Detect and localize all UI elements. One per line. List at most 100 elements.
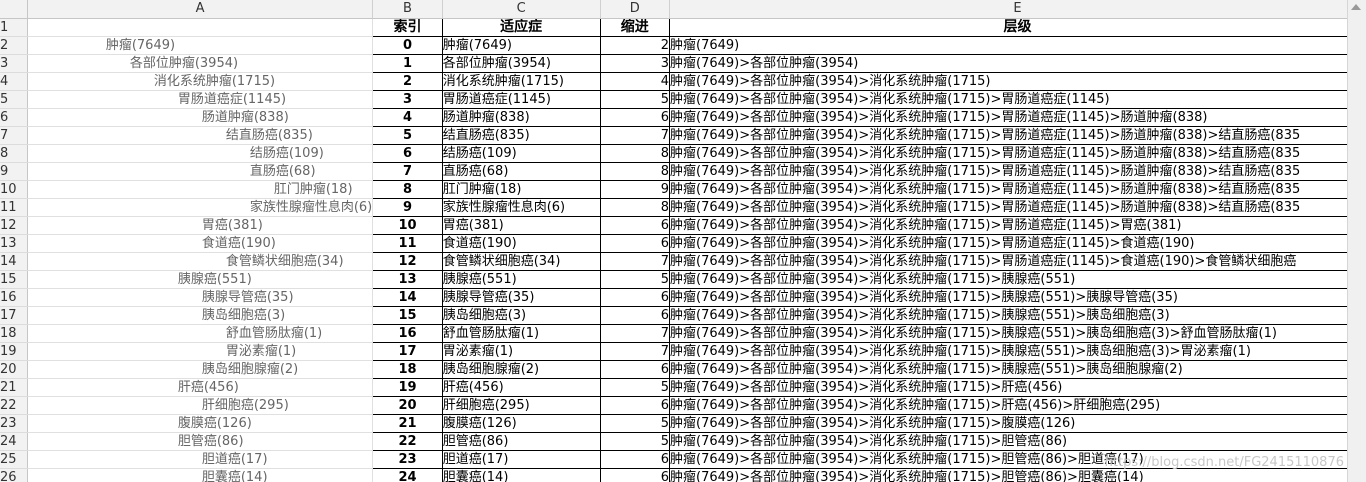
cell-indent[interactable]: 6 — [600, 450, 671, 469]
cell-indent[interactable]: 2 — [600, 36, 671, 55]
cell-index[interactable]: 12 — [372, 252, 443, 271]
row-number[interactable]: 23 — [0, 414, 28, 433]
cell-indent[interactable]: 7 — [600, 342, 671, 361]
cell-hierarchy[interactable]: 肿瘤(7649)>各部位肿瘤(3954)>消化系统肿瘤(1715) — [669, 72, 1366, 91]
cell-indent[interactable]: 6 — [600, 468, 671, 482]
select-all-corner[interactable] — [0, 0, 28, 19]
cell-tree-label[interactable]: 胃泌素瘤(1) — [27, 342, 374, 361]
row-number[interactable]: 20 — [0, 360, 28, 379]
cell-tree-label[interactable]: 肿瘤(7649) — [27, 36, 374, 55]
cell-indent[interactable]: 6 — [600, 306, 671, 325]
cell-index[interactable]: 1 — [372, 54, 443, 73]
cell-index[interactable]: 6 — [372, 144, 443, 163]
cell-indication[interactable]: 肿瘤(7649) — [442, 36, 601, 55]
cell-hierarchy[interactable]: 肿瘤(7649)>各部位肿瘤(3954)>消化系统肿瘤(1715)>肝癌(456… — [669, 378, 1366, 397]
cell-indent[interactable]: 5 — [600, 378, 671, 397]
cell-indication[interactable]: 肝癌(456) — [442, 378, 601, 397]
cell-tree-label[interactable]: 肠道肿瘤(838) — [27, 108, 374, 127]
cell-hierarchy[interactable]: 肿瘤(7649)>各部位肿瘤(3954)>消化系统肿瘤(1715)>胃肠道癌症(… — [669, 162, 1366, 181]
row-number[interactable]: 21 — [0, 378, 28, 397]
cell-indication[interactable]: 胰岛细胞腺瘤(2) — [442, 360, 601, 379]
cell-indent[interactable]: 9 — [600, 180, 671, 199]
cell-tree-label[interactable]: 胰岛细胞腺瘤(2) — [27, 360, 374, 379]
cell-indication[interactable]: 肛门肿瘤(18) — [442, 180, 601, 199]
row-number[interactable]: 10 — [0, 180, 28, 199]
cell-hierarchy[interactable]: 肿瘤(7649)>各部位肿瘤(3954)>消化系统肿瘤(1715)>胃肠道癌症(… — [669, 252, 1366, 271]
cell-indication[interactable]: 胰岛细胞癌(3) — [442, 306, 601, 325]
cell-index[interactable]: 5 — [372, 126, 443, 145]
cell-tree-label[interactable]: 胰腺导管癌(35) — [27, 288, 374, 307]
header-indent[interactable]: 缩进 — [600, 17, 671, 37]
cell-tree-label[interactable]: 胰腺癌(551) — [27, 270, 374, 289]
cell-tree-label[interactable]: 食管鳞状细胞癌(34) — [27, 252, 374, 271]
cell-tree-label[interactable]: 舒血管肠肽瘤(1) — [27, 324, 374, 343]
cell-index[interactable]: 2 — [372, 72, 443, 91]
cell-tree-label[interactable]: 肝癌(456) — [27, 378, 374, 397]
cell-indent[interactable]: 6 — [600, 234, 671, 253]
row-number[interactable]: 5 — [0, 90, 28, 109]
row-number[interactable]: 8 — [0, 144, 28, 163]
row-number[interactable]: 14 — [0, 252, 28, 271]
cell-indent[interactable]: 5 — [600, 270, 671, 289]
cell-index[interactable]: 22 — [372, 432, 443, 451]
cell-hierarchy[interactable]: 肿瘤(7649)>各部位肿瘤(3954)>消化系统肿瘤(1715)>胆管癌(86… — [669, 432, 1366, 451]
row-number[interactable]: 24 — [0, 432, 28, 451]
row-number[interactable]: 3 — [0, 54, 28, 73]
column-header-d[interactable]: D — [600, 0, 671, 19]
cell-indent[interactable]: 3 — [600, 54, 671, 73]
cell-hierarchy[interactable]: 肿瘤(7649)>各部位肿瘤(3954)>消化系统肿瘤(1715)>胃肠道癌症(… — [669, 234, 1366, 253]
cell-index[interactable]: 14 — [372, 288, 443, 307]
cell-hierarchy[interactable]: 肿瘤(7649)>各部位肿瘤(3954)>消化系统肿瘤(1715)>胰腺癌(55… — [669, 270, 1366, 289]
vertical-scrollbar[interactable] — [1347, 0, 1366, 482]
cell-indication[interactable]: 胃泌素瘤(1) — [442, 342, 601, 361]
cell-hierarchy[interactable]: 肿瘤(7649)>各部位肿瘤(3954)>消化系统肿瘤(1715)>胰腺癌(55… — [669, 360, 1366, 379]
column-header-b[interactable]: B — [372, 0, 443, 19]
cell-indent[interactable]: 6 — [600, 108, 671, 127]
cell-index[interactable]: 15 — [372, 306, 443, 325]
row-number[interactable]: 25 — [0, 450, 28, 469]
cell-index[interactable]: 18 — [372, 360, 443, 379]
row-number[interactable]: 19 — [0, 342, 28, 361]
cell-indent[interactable]: 6 — [600, 216, 671, 235]
cell-hierarchy[interactable]: 肿瘤(7649)>各部位肿瘤(3954)>消化系统肿瘤(1715)>胰腺癌(55… — [669, 342, 1366, 361]
cell-tree-label[interactable]: 各部位肿瘤(3954) — [27, 54, 374, 73]
cell-indent[interactable]: 4 — [600, 72, 671, 91]
row-number[interactable]: 17 — [0, 306, 28, 325]
cell-hierarchy[interactable]: 肿瘤(7649)>各部位肿瘤(3954)>消化系统肿瘤(1715)>胃肠道癌症(… — [669, 90, 1366, 109]
cell-index[interactable]: 20 — [372, 396, 443, 415]
cell-index[interactable]: 21 — [372, 414, 443, 433]
cell-hierarchy[interactable]: 肿瘤(7649)>各部位肿瘤(3954)>消化系统肿瘤(1715)>胃肠道癌症(… — [669, 126, 1366, 145]
column-header-e[interactable]: E — [669, 0, 1366, 19]
cell-index[interactable]: 13 — [372, 270, 443, 289]
cell-index[interactable]: 16 — [372, 324, 443, 343]
cell-tree-label[interactable]: 直肠癌(68) — [27, 162, 374, 181]
cell-tree-label[interactable]: 腹膜癌(126) — [27, 414, 374, 433]
cell-tree-label[interactable]: 消化系统肿瘤(1715) — [27, 72, 374, 91]
cell-indent[interactable]: 8 — [600, 144, 671, 163]
cell-tree-label[interactable]: 胆道癌(17) — [27, 450, 374, 469]
cell-tree-label[interactable]: 胃癌(381) — [27, 216, 374, 235]
row-number[interactable]: 11 — [0, 198, 28, 217]
cell-hierarchy[interactable]: 肿瘤(7649)>各部位肿瘤(3954)>消化系统肿瘤(1715)>胰腺癌(55… — [669, 324, 1366, 343]
cell-indication[interactable]: 胰腺癌(551) — [442, 270, 601, 289]
cell-index[interactable]: 0 — [372, 36, 443, 55]
cell-indication[interactable]: 食管鳞状细胞癌(34) — [442, 252, 601, 271]
cell-indent[interactable]: 6 — [600, 360, 671, 379]
cell-hierarchy[interactable]: 肿瘤(7649) — [669, 36, 1366, 55]
cell-hierarchy[interactable]: 肿瘤(7649)>各部位肿瘤(3954)>消化系统肿瘤(1715)>胰腺癌(55… — [669, 288, 1366, 307]
cell-hierarchy[interactable]: 肿瘤(7649)>各部位肿瘤(3954)>消化系统肿瘤(1715)>胃肠道癌症(… — [669, 144, 1366, 163]
cell-indication[interactable]: 胃癌(381) — [442, 216, 601, 235]
cell-indication[interactable]: 结肠癌(109) — [442, 144, 601, 163]
cell-indication[interactable]: 食道癌(190) — [442, 234, 601, 253]
cell-indication[interactable]: 胃肠道癌症(1145) — [442, 90, 601, 109]
row-number[interactable]: 16 — [0, 288, 28, 307]
cell-a-header[interactable] — [27, 18, 374, 37]
cell-hierarchy[interactable]: 肿瘤(7649)>各部位肿瘤(3954)>消化系统肿瘤(1715)>胰腺癌(55… — [669, 306, 1366, 325]
cell-indication[interactable]: 各部位肿瘤(3954) — [442, 54, 601, 73]
cell-indent[interactable]: 7 — [600, 252, 671, 271]
header-hierarchy[interactable]: 层级 — [669, 17, 1366, 37]
cell-indent[interactable]: 6 — [600, 288, 671, 307]
cell-indication[interactable]: 肠道肿瘤(838) — [442, 108, 601, 127]
column-header-a[interactable]: A — [27, 0, 374, 19]
cell-tree-label[interactable]: 胰岛细胞癌(3) — [27, 306, 374, 325]
